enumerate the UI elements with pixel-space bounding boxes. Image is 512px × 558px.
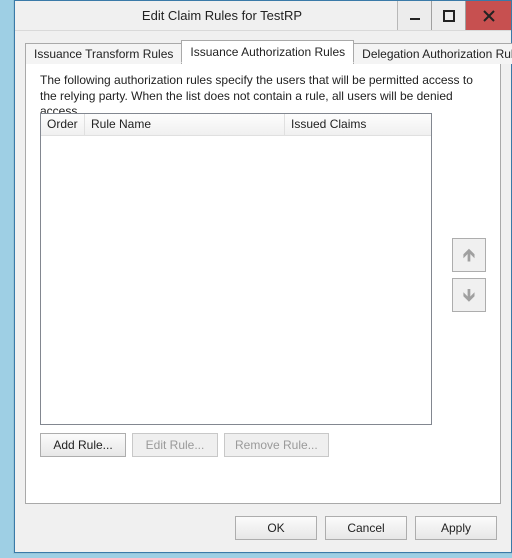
rule-button-row: Add Rule... Edit Rule... Remove Rule...	[40, 433, 329, 457]
column-rule-name[interactable]: Rule Name	[85, 114, 285, 135]
window-controls	[397, 1, 511, 30]
dialog-button-bar: OK Cancel Apply	[15, 504, 511, 552]
column-issued-claims[interactable]: Issued Claims	[285, 114, 431, 135]
window-title: Edit Claim Rules for TestRP	[47, 1, 397, 30]
rules-list-header: Order Rule Name Issued Claims	[41, 114, 431, 136]
edit-rule-button: Edit Rule...	[132, 433, 218, 457]
minimize-button[interactable]	[397, 1, 431, 30]
tabstrip: Issuance Transform Rules Issuance Author…	[25, 41, 501, 63]
maximize-button[interactable]	[431, 1, 465, 30]
apply-button[interactable]: Apply	[415, 516, 497, 540]
arrow-down-icon: 🡻	[463, 286, 476, 304]
cancel-button[interactable]: Cancel	[325, 516, 407, 540]
titlebar: Edit Claim Rules for TestRP	[15, 1, 511, 31]
move-up-button[interactable]: 🡹	[452, 238, 486, 272]
tab-panel: The following authorization rules specif…	[25, 62, 501, 504]
tab-issuance-authorization-rules[interactable]: Issuance Authorization Rules	[181, 40, 354, 63]
tab-delegation-authorization-rules[interactable]: Delegation Authorization Rules	[353, 43, 512, 64]
rules-list-body	[41, 136, 431, 424]
ok-button[interactable]: OK	[235, 516, 317, 540]
remove-rule-button: Remove Rule...	[224, 433, 329, 457]
dialog-content: Issuance Transform Rules Issuance Author…	[25, 41, 501, 504]
add-rule-button[interactable]: Add Rule...	[40, 433, 126, 457]
dialog-window: Edit Claim Rules for TestRP Issuance Tra…	[14, 0, 512, 553]
column-order[interactable]: Order	[41, 114, 85, 135]
tab-issuance-transform-rules[interactable]: Issuance Transform Rules	[25, 43, 182, 64]
rules-list[interactable]: Order Rule Name Issued Claims	[40, 113, 432, 425]
close-button[interactable]	[465, 1, 511, 30]
move-down-button[interactable]: 🡻	[452, 278, 486, 312]
arrow-up-icon: 🡹	[463, 246, 476, 264]
